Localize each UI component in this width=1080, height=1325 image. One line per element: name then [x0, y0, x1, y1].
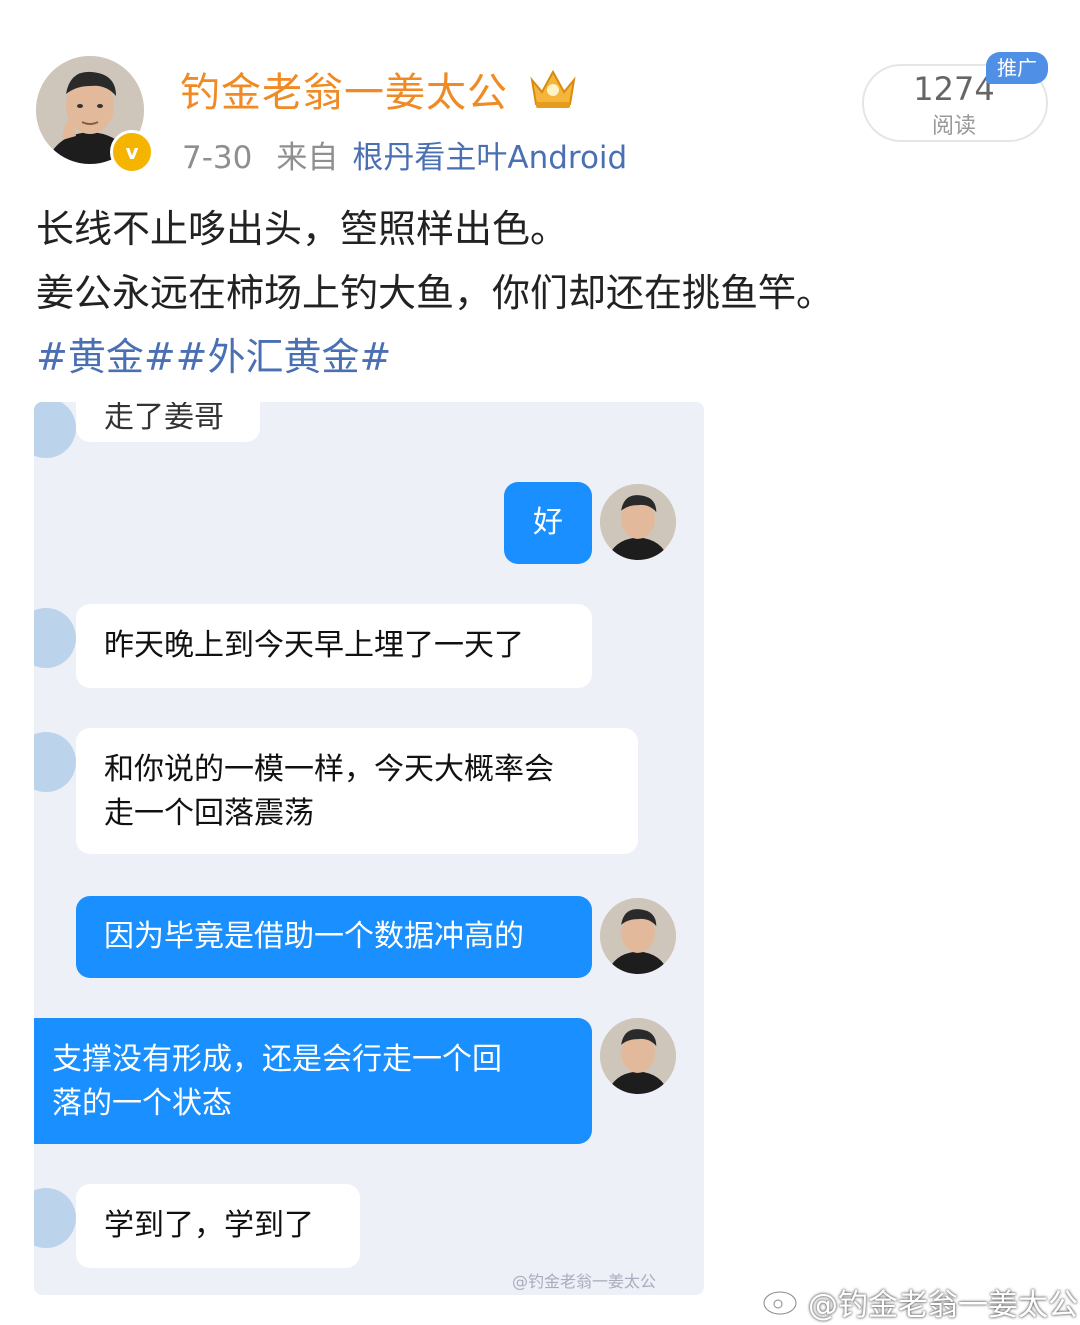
- peer-avatar: [34, 1188, 76, 1248]
- verified-badge-icon: v: [110, 130, 154, 174]
- image-watermark: @钓金老翁一姜太公: [808, 1288, 1078, 1323]
- inner-watermark: @钓金老翁一姜太公: [512, 1272, 657, 1291]
- post-date: 7-30: [182, 140, 253, 176]
- username[interactable]: 钓金老翁一姜太公: [180, 60, 508, 118]
- post-text-line-2: 姜公永远在柿场上钓大鱼，你们却还在挑鱼竿。: [36, 271, 835, 315]
- read-label: 阅读: [931, 114, 976, 139]
- chat-bubble-in: 学到了，学到了: [76, 1184, 360, 1268]
- chat-screenshot-image[interactable]: 走了姜哥 好 昨天晚上到今天早上埋了一天了 和你说的一模一样，今天大概率会 走一…: [34, 402, 704, 1295]
- self-avatar: [600, 1018, 676, 1094]
- crown-icon: [530, 69, 576, 108]
- chat-bubble-in-multiline: 和你说的一模一样，今天大概率会 走一个回落震荡: [76, 728, 638, 854]
- peer-avatar: [34, 732, 76, 792]
- self-avatar: [600, 484, 676, 560]
- post-meta: 7-30 来自 根丹看主叶Android: [182, 132, 627, 177]
- chat-bubble-out: 因为毕竟是借助一个数据冲高的: [76, 896, 592, 978]
- chat-line: 支撑没有形成，还是会行走一个回: [52, 1042, 502, 1077]
- chat-bubble-out-multiline: 支撑没有形成，还是会行走一个回 落的一个状态: [34, 1018, 592, 1144]
- chat-line: 走一个回落震荡: [104, 796, 314, 831]
- peer-avatar: [34, 402, 76, 458]
- peer-avatar: [34, 608, 76, 668]
- ad-tag: 推广: [986, 52, 1048, 84]
- chat-bubble-out: 好: [504, 482, 592, 564]
- chat-line: 落的一个状态: [52, 1086, 232, 1121]
- weibo-logo-icon: [762, 1285, 804, 1316]
- post-text-line-1: 长线不止哆出头，箜照样出色。: [36, 207, 569, 251]
- chat-bubble-partial: 走了姜哥: [76, 402, 260, 442]
- post-source[interactable]: 根丹看主叶Android: [352, 140, 627, 176]
- chat-bubble-in: 昨天晚上到今天早上埋了一天了: [76, 604, 592, 688]
- self-avatar: [600, 898, 676, 974]
- weibo-post: v 钓金老翁一姜太公 7-30 来自 根丹看主叶Android 1274 阅读 推广…: [0, 0, 1080, 1325]
- hashtag-links[interactable]: #黄金##外汇黄金#: [36, 326, 391, 381]
- chat-line: 和你说的一模一样，今天大概率会: [104, 752, 554, 787]
- from-label: 来自: [276, 140, 339, 176]
